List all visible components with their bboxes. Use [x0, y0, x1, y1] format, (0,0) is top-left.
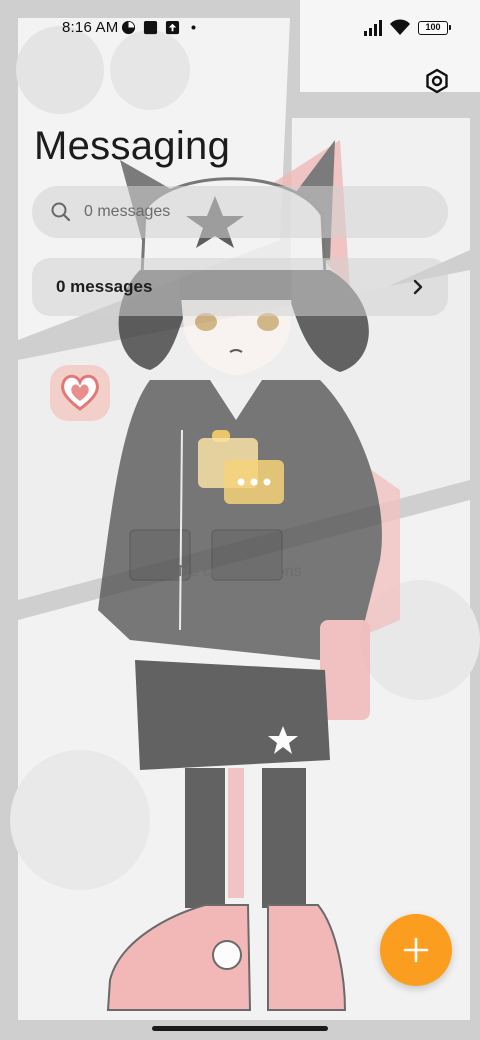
status-bar: 8:16 AM 100 [0, 0, 480, 56]
page-title: Messaging [34, 124, 231, 168]
plus-icon [403, 937, 429, 963]
status-time: 8:16 AM [62, 19, 119, 36]
chevron-right-icon [413, 279, 423, 295]
data-saver-icon [121, 20, 136, 35]
search-input[interactable] [84, 203, 384, 221]
chat-bubbles-icon [198, 430, 284, 504]
dot-icon [191, 25, 196, 30]
empty-state-text: No conversations [178, 563, 302, 580]
signal-icon [364, 20, 382, 36]
wifi-icon [390, 19, 410, 35]
settings-button[interactable] [420, 64, 454, 98]
battery-icon: 100 [418, 21, 451, 35]
settings-icon [426, 68, 448, 94]
messages-count-label: 0 messages [56, 277, 153, 296]
messages-summary-row[interactable]: 0 messages [32, 258, 448, 316]
upload-icon [165, 20, 180, 35]
navigation-bar [0, 1018, 480, 1040]
home-indicator[interactable] [152, 1026, 328, 1031]
square-notification-icon [143, 20, 158, 35]
search-icon [51, 202, 71, 222]
new-message-button[interactable] [380, 914, 452, 986]
search-bar[interactable] [32, 186, 448, 238]
